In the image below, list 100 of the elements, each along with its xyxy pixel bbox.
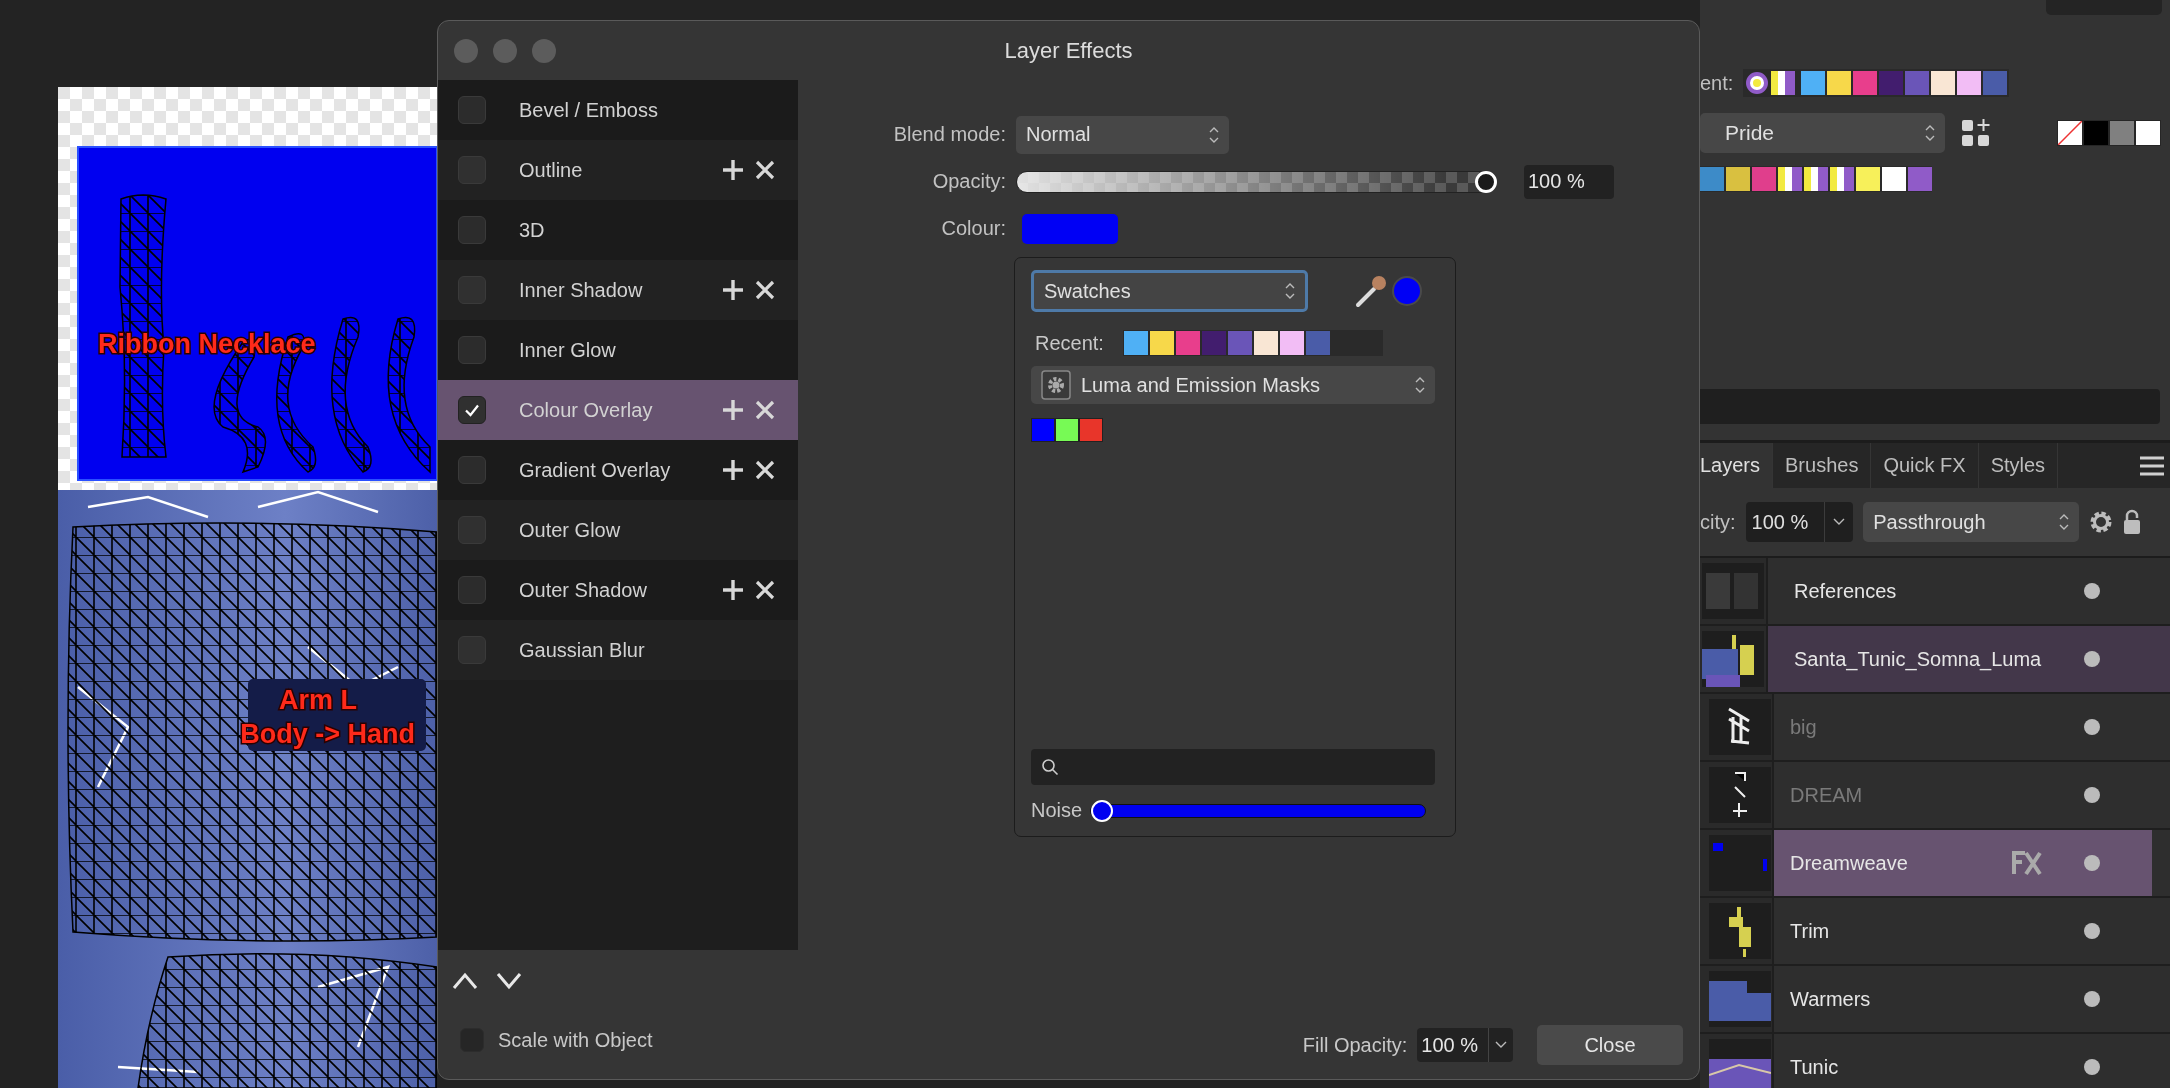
up-down-chevron-icon — [1415, 376, 1425, 394]
effect-item[interactable]: Outline — [438, 140, 798, 200]
opacity-slider[interactable] — [1016, 170, 1496, 193]
colour-swatch[interactable] — [1827, 71, 1852, 95]
layer-row[interactable]: Santa_Tunic_Somna_Luma — [1700, 626, 2170, 694]
move-up-icon[interactable] — [452, 972, 478, 990]
search-field[interactable] — [1031, 749, 1435, 785]
fill-opacity-field[interactable]: 100 % — [1417, 1028, 1513, 1062]
palette-dropdown[interactable]: Pride — [1700, 113, 1945, 153]
colour-swatch[interactable] — [1726, 167, 1750, 191]
colour-swatch[interactable] — [2136, 121, 2160, 145]
layer-row[interactable]: Tunic — [1700, 1034, 2170, 1088]
lock-icon[interactable] — [2123, 509, 2142, 535]
visibility-dot[interactable] — [2084, 583, 2100, 599]
add-icon[interactable] — [722, 459, 744, 481]
effect-checkbox[interactable] — [458, 516, 486, 544]
close-button[interactable]: Close — [1537, 1025, 1683, 1065]
colour-swatch[interactable] — [1280, 331, 1304, 355]
layer-row[interactable]: Warmers — [1700, 966, 2170, 1034]
ring-swatch-icon[interactable] — [1745, 71, 1770, 95]
gradient-swatch[interactable] — [1804, 167, 1828, 191]
colour-swatch[interactable] — [1124, 331, 1148, 355]
slider-thumb[interactable] — [1475, 170, 1497, 193]
colour-swatch[interactable] — [1228, 331, 1252, 355]
colour-swatch[interactable] — [1801, 71, 1826, 95]
effect-checkbox[interactable] — [458, 276, 486, 304]
opacity-field[interactable]: 100 % — [1745, 502, 1854, 542]
visibility-dot[interactable] — [2084, 991, 2100, 1007]
colour-swatch[interactable] — [2084, 121, 2108, 145]
colour-swatch[interactable] — [1306, 331, 1330, 355]
colour-swatch[interactable] — [1853, 71, 1878, 95]
add-icon[interactable] — [722, 579, 744, 601]
add-icon[interactable] — [722, 279, 744, 301]
effect-label: Bevel / Emboss — [519, 98, 659, 122]
effect-item[interactable]: Outer Glow — [438, 500, 798, 560]
colour-swatch[interactable] — [1079, 418, 1103, 442]
visibility-dot[interactable] — [2084, 651, 2100, 667]
colour-swatch[interactable] — [1031, 418, 1055, 442]
effect-checkbox[interactable] — [458, 156, 486, 184]
remove-icon[interactable] — [754, 459, 776, 481]
colour-swatch[interactable] — [1983, 71, 2008, 95]
blend-mode-dropdown[interactable]: Normal — [1016, 115, 1229, 154]
gradient-swatch[interactable] — [1830, 167, 1854, 191]
colour-swatch[interactable] — [1856, 167, 1880, 191]
remove-icon[interactable] — [754, 279, 776, 301]
slider-thumb[interactable] — [1091, 799, 1114, 822]
opacity-label: city: — [1700, 510, 1736, 534]
effect-checkbox[interactable] — [458, 96, 486, 124]
colour-swatch[interactable] — [1700, 167, 1724, 191]
gradient-swatch[interactable] — [1771, 71, 1796, 95]
gradient-swatch[interactable] — [1778, 167, 1802, 191]
colour-swatch[interactable] — [1882, 167, 1906, 191]
fill-opacity-label: Fill Opacity: — [1302, 1033, 1408, 1057]
colour-swatch[interactable] — [1752, 167, 1776, 191]
no-colour-swatch[interactable] — [2058, 121, 2082, 145]
panel-tab[interactable]: Styles — [1978, 443, 2059, 488]
visibility-dot[interactable] — [2084, 923, 2100, 939]
layer-row[interactable]: Dreamweave — [1700, 830, 2170, 898]
palette-dropdown[interactable]: Luma and Emission Masks — [1031, 366, 1435, 404]
remove-icon[interactable] — [754, 159, 776, 181]
colour-swatch[interactable] — [1055, 418, 1079, 442]
layer-row[interactable]: Trim — [1700, 898, 2170, 966]
effect-checkbox[interactable] — [458, 336, 486, 364]
panel-tab[interactable]: Quick FX — [1871, 443, 1979, 488]
colour-swatch[interactable] — [1176, 331, 1200, 355]
effect-checkbox[interactable] — [458, 396, 486, 424]
blend-mode-dropdown[interactable]: Passthrough — [1863, 502, 2080, 542]
move-down-icon[interactable] — [496, 972, 522, 990]
effect-item[interactable]: Colour Overlay — [438, 380, 798, 440]
effect-checkbox[interactable] — [458, 576, 486, 604]
visibility-dot[interactable] — [2084, 1059, 2100, 1075]
add-palette-icon[interactable] — [1961, 118, 1991, 148]
colour-swatch[interactable] — [1150, 331, 1174, 355]
effect-checkbox[interactable] — [458, 636, 486, 664]
colour-swatch[interactable] — [1931, 71, 1956, 95]
panel-tab[interactable]: Brushes — [1773, 443, 1872, 488]
colour-swatch[interactable] — [2110, 121, 2134, 145]
layer-name: Warmers — [1790, 987, 1872, 1011]
layer-row[interactable]: References — [1700, 558, 2170, 626]
colour-swatch[interactable] — [1957, 71, 1982, 95]
effect-item[interactable]: Gaussian Blur — [438, 620, 798, 680]
canvas-label: Body -> Hand — [240, 719, 415, 749]
remove-icon[interactable] — [754, 579, 776, 601]
colour-swatch[interactable] — [1254, 331, 1278, 355]
colour-swatch[interactable] — [1908, 167, 1932, 191]
visibility-dot[interactable] — [2084, 855, 2100, 871]
panel-tab[interactable]: Layers — [1700, 443, 1774, 488]
effect-item[interactable]: Inner Shadow — [438, 260, 798, 320]
swatches-dropdown[interactable]: Swatches — [1031, 270, 1308, 312]
opacity-field[interactable]: 100 % — [1524, 164, 1614, 199]
settings-icon[interactable] — [2089, 510, 2114, 534]
colour-swatch[interactable] — [1905, 71, 1930, 95]
effect-checkbox[interactable] — [458, 216, 486, 244]
colour-swatch[interactable] — [1879, 71, 1904, 95]
recent-label: Recent: — [1035, 331, 1105, 355]
eyedropper-icon[interactable] — [1354, 274, 1388, 308]
effect-checkbox[interactable] — [458, 456, 486, 484]
colour-swatch[interactable] — [1202, 331, 1226, 355]
add-icon[interactable] — [722, 159, 744, 181]
menu-icon[interactable] — [2140, 455, 2164, 476]
